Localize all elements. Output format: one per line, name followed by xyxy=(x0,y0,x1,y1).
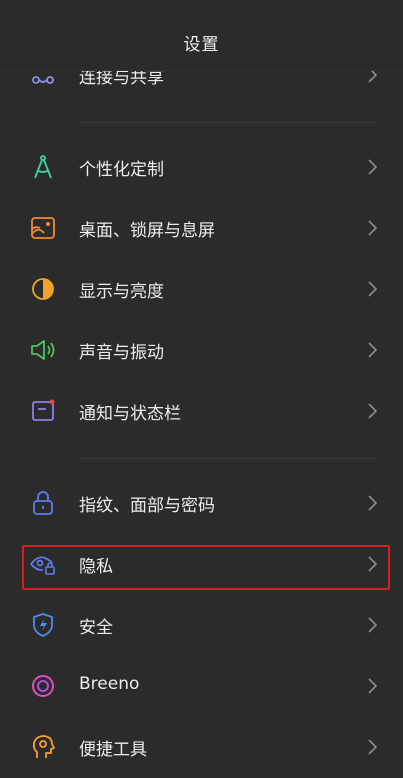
chevron-right-icon xyxy=(368,159,378,175)
divider xyxy=(78,122,378,123)
privacy-eye-icon xyxy=(30,556,55,575)
chevron-right-icon xyxy=(368,617,378,633)
settings-item-label: 声音与振动 xyxy=(79,343,164,363)
chevron-right-icon xyxy=(368,678,378,694)
settings-item-label: 隐私 xyxy=(79,557,113,577)
chevron-right-icon xyxy=(368,739,378,755)
chevron-right-icon xyxy=(368,556,378,572)
brightness-icon xyxy=(32,278,54,300)
settings-item-label: 个性化定制 xyxy=(79,160,164,180)
compass-icon xyxy=(34,155,52,179)
divider xyxy=(78,458,378,459)
settings-item-personalization[interactable]: 个性化定制 xyxy=(0,138,403,198)
top-bar: 设置 xyxy=(0,0,403,71)
shield-bolt-icon xyxy=(33,613,53,637)
chevron-right-icon xyxy=(368,495,378,511)
settings-item-label: 通知与状态栏 xyxy=(79,404,181,424)
chevron-right-icon xyxy=(368,281,378,297)
settings-item-notification-statusbar[interactable]: 通知与状态栏 xyxy=(0,382,403,442)
chevron-right-icon xyxy=(368,220,378,236)
chevron-right-icon xyxy=(368,342,378,358)
settings-item-label: 指纹、面部与密码 xyxy=(79,496,215,516)
breeno-icon xyxy=(32,675,54,697)
settings-item-desktop-lockscreen[interactable]: 桌面、锁屏与息屏 xyxy=(0,199,403,259)
settings-item-convenience-tools[interactable]: 便捷工具 xyxy=(0,718,403,778)
chevron-right-icon xyxy=(368,403,378,419)
wallpaper-icon xyxy=(31,217,55,239)
settings-item-security[interactable]: 安全 xyxy=(0,596,403,656)
settings-item-label: Breeno xyxy=(79,674,140,694)
settings-item-sound-vibration[interactable]: 声音与振动 xyxy=(0,321,403,381)
settings-item-label: 便捷工具 xyxy=(79,740,147,760)
lock-icon xyxy=(33,491,53,515)
page-title: 设置 xyxy=(183,35,220,55)
settings-item-label: 安全 xyxy=(79,618,113,638)
settings-item-breeno[interactable]: Breeno xyxy=(0,657,403,717)
tools-head-icon xyxy=(32,735,55,758)
settings-item-fingerprint-face-password[interactable]: 指纹、面部与密码 xyxy=(0,474,403,534)
speaker-icon xyxy=(31,340,55,360)
settings-item-privacy[interactable]: 隐私 xyxy=(0,535,403,595)
settings-item-label: 桌面、锁屏与息屏 xyxy=(79,221,215,241)
settings-item-label: 显示与亮度 xyxy=(79,282,164,302)
settings-item-display-brightness[interactable]: 显示与亮度 xyxy=(0,260,403,320)
notification-icon xyxy=(32,399,55,421)
